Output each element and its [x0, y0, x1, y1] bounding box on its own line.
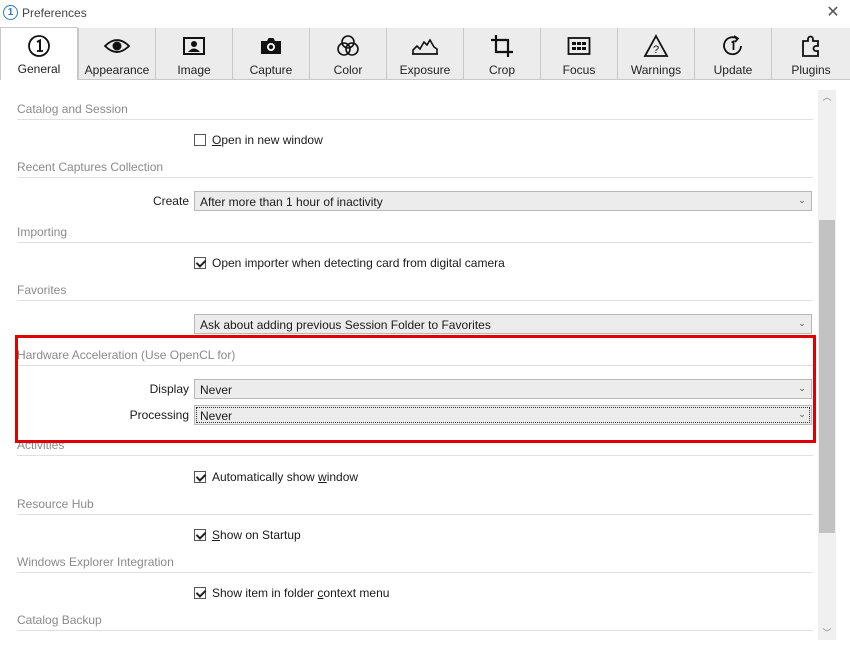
favorites-dropdown[interactable]: Ask about adding previous Session Folder…	[194, 314, 812, 334]
app-icon: 1	[3, 5, 18, 20]
scroll-down-icon[interactable]: ﹀	[818, 626, 836, 640]
checkbox-box[interactable]	[194, 471, 206, 483]
section-catalog-backup: Catalog Backup	[17, 613, 813, 631]
general-icon	[1, 34, 77, 58]
tab-appearance[interactable]: Appearance	[78, 28, 155, 80]
scrollbar-thumb[interactable]	[819, 220, 835, 533]
scroll-up-icon[interactable]: ︿	[818, 90, 836, 104]
tab-label: Focus	[562, 63, 596, 77]
checkbox-label: Open importer when detecting card from d…	[212, 256, 505, 270]
section-recent-captures: Recent Captures Collection	[17, 160, 813, 178]
svg-text:?: ?	[653, 44, 659, 56]
checkbox-label: Open in new window	[212, 133, 323, 147]
chevron-down-icon: ⌄	[798, 195, 806, 205]
vertical-scrollbar[interactable]: ︿ ﹀	[818, 90, 836, 640]
tab-color[interactable]: Color	[309, 28, 386, 80]
open-importer-checkbox[interactable]: Open importer when detecting card from d…	[194, 255, 505, 271]
checkbox-box[interactable]	[194, 257, 206, 269]
tab-label: Update	[713, 63, 753, 77]
checkbox-label: Automatically show window	[212, 470, 359, 484]
checkbox-box[interactable]	[194, 134, 206, 146]
tab-label: Color	[333, 63, 363, 77]
tab-image[interactable]: Image	[155, 28, 232, 80]
tab-label: Appearance	[84, 63, 150, 77]
tab-label: General	[17, 62, 61, 76]
tab-update[interactable]: Update	[694, 28, 771, 80]
crop-icon	[464, 34, 540, 58]
show-on-startup-checkbox[interactable]: Show on Startup	[194, 527, 301, 543]
tab-general[interactable]: General	[0, 27, 78, 80]
update-icon	[695, 34, 771, 58]
checkbox-box[interactable]	[194, 529, 206, 541]
dropdown-value: After more than 1 hour of inactivity	[200, 195, 383, 209]
section-explorer-integration: Windows Explorer Integration	[17, 555, 813, 573]
close-button[interactable]: ✕	[824, 4, 842, 22]
show-in-context-menu-checkbox[interactable]: Show item in folder context menu	[194, 585, 389, 601]
section-resource-hub: Resource Hub	[17, 497, 813, 515]
tab-label: Exposure	[399, 63, 451, 77]
puzzle-icon	[772, 34, 850, 58]
create-label: Create	[152, 194, 189, 208]
tab-bar: General Appearance Image Capture Color E…	[0, 27, 850, 80]
tab-capture[interactable]: Capture	[232, 28, 309, 80]
title-bar: 1 Preferences ✕	[0, 0, 850, 26]
tab-exposure[interactable]: Exposure	[386, 28, 463, 80]
tab-label: Image	[177, 63, 211, 77]
auto-show-window-checkbox[interactable]: Automatically show window	[194, 469, 358, 485]
tab-plugins[interactable]: Plugins	[771, 28, 850, 80]
checkbox-box[interactable]	[194, 587, 206, 599]
camera-icon	[233, 34, 309, 58]
image-icon	[156, 34, 232, 58]
tab-warnings[interactable]: ? Warnings	[617, 28, 694, 80]
tab-focus[interactable]: Focus	[540, 28, 617, 80]
section-importing: Importing	[17, 225, 813, 243]
tab-label: Plugins	[791, 63, 831, 77]
highlight-annotation	[15, 335, 816, 443]
color-circles-icon	[310, 34, 386, 58]
window-title: Preferences	[22, 6, 87, 20]
tab-crop[interactable]: Crop	[463, 28, 540, 80]
eye-icon	[79, 34, 155, 58]
open-new-window-checkbox[interactable]: Open in new window	[194, 132, 323, 148]
tab-label: Capture	[249, 63, 293, 77]
checkbox-label: Show item in folder context menu	[212, 586, 390, 600]
section-catalog-session: Catalog and Session	[17, 102, 813, 120]
dropdown-value: Ask about adding previous Session Folder…	[200, 318, 491, 332]
warning-triangle-icon: ?	[618, 34, 694, 58]
focus-grid-icon	[541, 34, 617, 58]
tab-label: Crop	[488, 63, 515, 77]
checkbox-label: Show on Startup	[212, 528, 301, 542]
tab-label: Warnings	[630, 63, 682, 77]
section-favorites: Favorites	[17, 283, 813, 301]
histogram-icon	[387, 34, 463, 58]
create-dropdown[interactable]: After more than 1 hour of inactivity ⌄	[194, 191, 812, 211]
chevron-down-icon: ⌄	[798, 318, 806, 328]
